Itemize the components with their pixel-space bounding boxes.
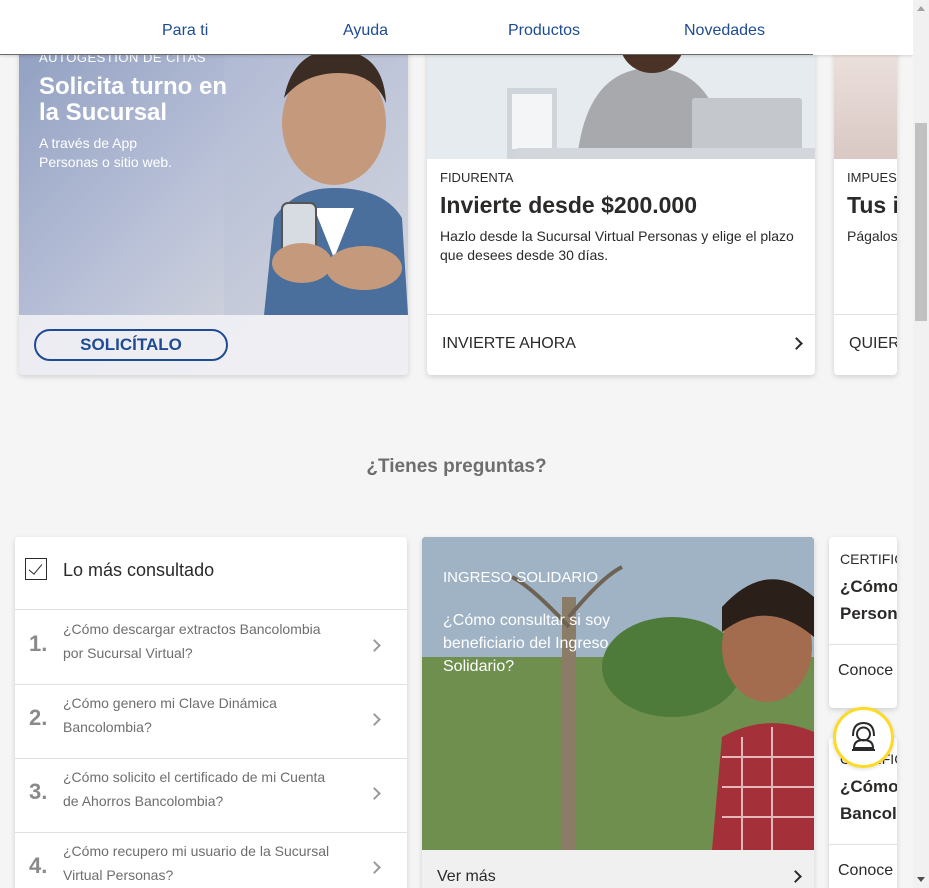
cert-title: ¿Cómo Bancolo	[840, 773, 897, 827]
faq-item[interactable]: 1. ¿Cómo descargar extractos Bancolombia…	[15, 611, 407, 685]
nav-ayuda[interactable]: Ayuda	[343, 22, 388, 40]
promo-card-turnos[interactable]: AUTOGESTIÓN DE CITAS Solicita turno en l…	[19, 28, 408, 375]
product-kicker: FIDURENTA	[440, 170, 514, 185]
faq-list-header: Lo más consultado	[15, 537, 407, 610]
faq-item-number: 4.	[29, 853, 48, 878]
product-description: Hazlo desde la Sucursal Virtual Personas…	[440, 228, 794, 263]
man-with-phone-image	[224, 28, 408, 315]
scroll-down-arrow-icon[interactable]	[917, 877, 925, 882]
vertical-scrollbar[interactable]	[913, 0, 929, 888]
cert-link[interactable]: Conoce r	[829, 844, 897, 888]
nav-novedades[interactable]: Novedades	[684, 22, 765, 40]
feature-kicker: INGRESO SOLIDARIO	[443, 569, 599, 586]
chevron-right-icon	[368, 787, 381, 800]
faq-item-number: 2.	[29, 705, 48, 730]
chevron-right-icon	[368, 639, 381, 652]
promo-footer: SOLICÍTALO	[19, 315, 408, 375]
promo-title: Solicita turno en la Sucursal	[39, 73, 228, 126]
promo-subtitle: A través de App Personas o sitio web.	[39, 135, 173, 170]
top-navigation: Para ti Ayuda Productos Novedades	[0, 0, 913, 55]
faq-item[interactable]: 4. ¿Cómo recupero mi usuario de la Sucur…	[15, 833, 407, 888]
ingreso-solidario-card[interactable]: INGRESO SOLIDARIO ¿Cómo consultar si soy…	[422, 537, 814, 888]
faq-list: Lo más consultado 1. ¿Cómo descargar ext…	[15, 537, 407, 888]
cert-title-line: Bancolo	[840, 804, 897, 823]
cert-title: ¿Cómo Persona	[840, 573, 897, 627]
faq-item-text: ¿Cómo solicito el certificado de mi Cuen…	[63, 769, 326, 809]
faq-item[interactable]: 2. ¿Cómo genero mi Clave Dinámica Bancol…	[15, 685, 407, 759]
partial-card-title: Tus i	[847, 192, 897, 218]
scroll-up-arrow-icon[interactable]	[917, 6, 925, 11]
nav-divider	[0, 54, 813, 55]
chevron-right-icon	[368, 861, 381, 874]
faq-item[interactable]: 3. ¿Cómo solicito el certificado de mi C…	[15, 759, 407, 833]
faq-item-number: 3.	[29, 779, 48, 804]
partial-card-kicker: IMPUES	[847, 170, 897, 185]
product-title: Invierte desde $200.000	[440, 192, 697, 218]
faq-item-text: ¿Cómo genero mi Clave Dinámica Bancolomb…	[63, 695, 277, 735]
nav-para-ti[interactable]: Para ti	[162, 22, 208, 40]
feature-title: ¿Cómo consultar si soy beneficiario del …	[443, 612, 611, 675]
product-card-impuestos[interactable]: IMPUES Tus i Págalos sin salir QUIER	[834, 28, 897, 375]
invierte-ahora-link[interactable]: INVIERTE AHORA	[427, 314, 815, 375]
questions-section-title: ¿Tienes preguntas?	[366, 456, 547, 477]
chevron-right-icon	[368, 713, 381, 726]
cert-kicker: CERTIFIC	[840, 551, 897, 567]
certificate-card[interactable]: CERTIFIC ¿Cómo Persona Conoce r	[829, 537, 897, 708]
checkbox-icon	[25, 558, 47, 580]
cert-title-line: ¿Cómo	[840, 577, 897, 596]
cert-title-line: ¿Cómo	[840, 777, 897, 796]
faq-item-number: 1.	[29, 631, 48, 656]
faq-item-text: ¿Cómo descargar extractos Bancolombia po…	[63, 621, 321, 661]
faq-list-title: Lo más consultado	[63, 560, 215, 580]
ver-mas-label: Ver más	[437, 868, 496, 885]
solicitalo-button[interactable]: SOLICÍTALO	[34, 329, 228, 361]
help-chat-button[interactable]	[833, 707, 894, 768]
support-agent-icon	[852, 721, 875, 751]
scrollbar-thumb[interactable]	[915, 123, 927, 321]
chevron-right-icon	[790, 337, 803, 350]
cert-title-line: Persona	[840, 604, 897, 623]
promo-photo: AUTOGESTIÓN DE CITAS Solicita turno en l…	[19, 28, 408, 315]
cert-cta: Conoce r	[838, 862, 897, 879]
faq-item-text: ¿Cómo recupero mi usuario de la Sucursal…	[63, 843, 330, 883]
product-card-fidurenta[interactable]: FIDURENTA Invierte desde $200.000 Hazlo …	[427, 28, 815, 375]
cert-cta: Conoce r	[838, 662, 897, 679]
partial-card-cta: QUIER	[849, 335, 897, 352]
ver-mas-link[interactable]: Ver más	[422, 850, 814, 888]
chevron-right-icon	[789, 870, 802, 883]
partial-card-link[interactable]: QUIER	[834, 314, 897, 375]
cert-link[interactable]: Conoce r	[829, 644, 897, 698]
invierte-ahora-label: INVIERTE AHORA	[442, 335, 576, 352]
partial-card-description: Págalos sin salir	[847, 228, 897, 244]
nav-productos[interactable]: Productos	[508, 22, 580, 40]
